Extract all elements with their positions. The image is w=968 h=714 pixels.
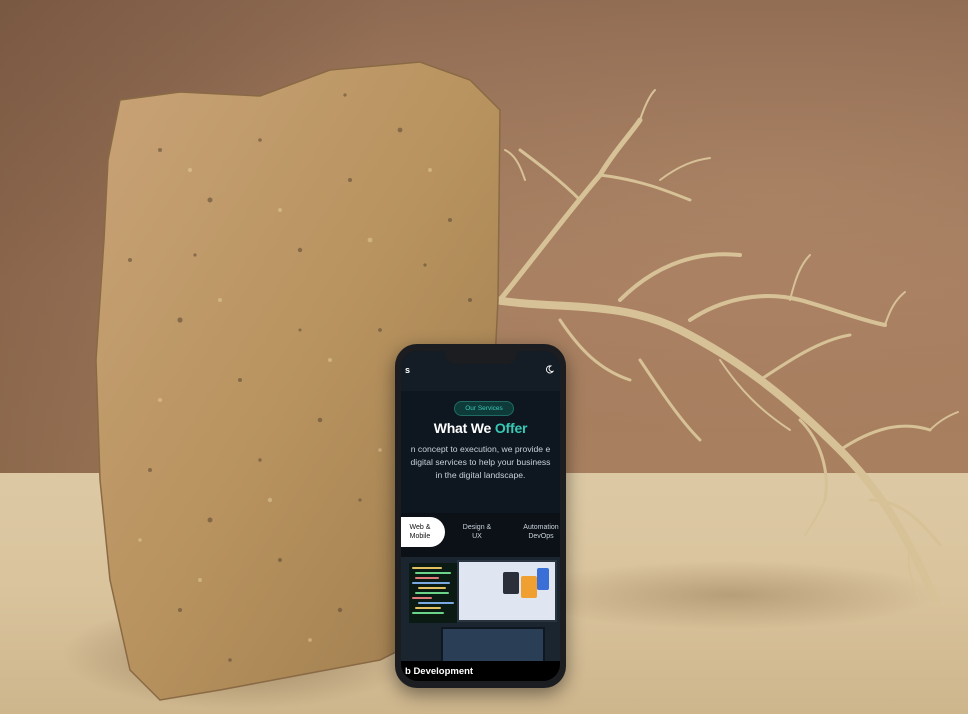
site-logo[interactable]: s <box>405 365 410 375</box>
monitor-graphic <box>457 560 557 622</box>
code-editor-graphic <box>409 563 457 623</box>
smartphone: s Our Services What We Offer n concept t… <box>395 344 566 688</box>
service-title: b Development <box>405 666 474 677</box>
services-badge: Our Services <box>454 401 514 416</box>
section-description: n concept to execution, we provide e dig… <box>401 443 560 482</box>
heading-main: What We <box>433 420 492 436</box>
phone-notch <box>445 351 517 364</box>
description-line: in the digital landscape. <box>435 470 526 480</box>
tab-design-ux[interactable]: Design & UX <box>453 517 501 547</box>
tab-label: Automation <box>523 524 559 531</box>
description-line: digital services to help your business <box>410 457 551 467</box>
moon-icon[interactable] <box>545 365 554 374</box>
section-heading: What We Offer <box>401 420 560 436</box>
service-tabs: Web & Mobile Design & UX Automation DevO… <box>401 513 560 561</box>
tab-label: Design & <box>462 524 492 531</box>
tab-web-mobile[interactable]: Web & Mobile <box>401 517 445 547</box>
photo-scene: s Our Services What We Offer n concept t… <box>0 0 968 714</box>
tab-label: UX <box>472 533 482 540</box>
service-preview-image <box>401 557 560 661</box>
tab-label: Mobile <box>409 533 431 540</box>
service-title-bar: b Development <box>401 661 560 681</box>
phone-screen: s Our Services What We Offer n concept t… <box>401 351 560 681</box>
tab-automation-devops[interactable]: Automation DevOps <box>511 517 560 547</box>
description-line: n concept to execution, we provide e <box>410 444 551 454</box>
tab-label: DevOps <box>528 533 554 540</box>
tab-label: Web & <box>409 524 431 531</box>
heading-accent: Offer <box>494 420 528 436</box>
laptop-graphic <box>441 627 545 661</box>
